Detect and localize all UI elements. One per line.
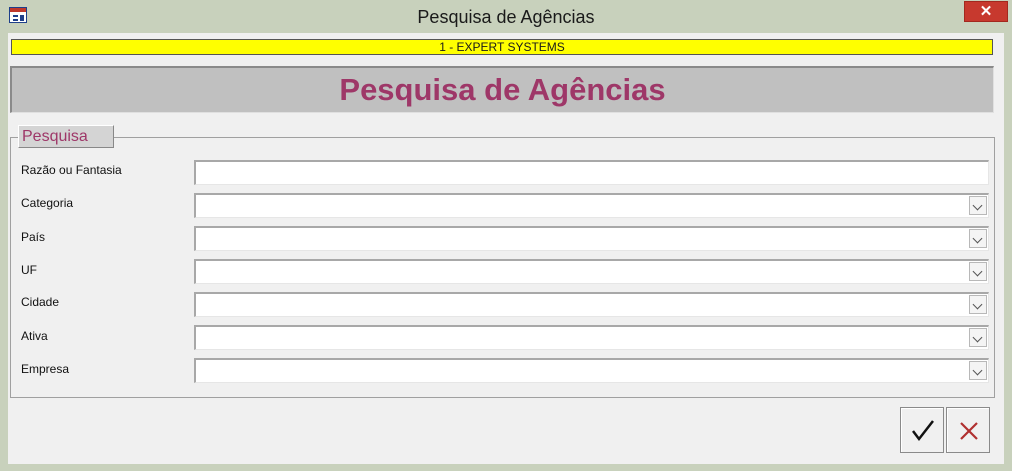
- cancel-button[interactable]: [946, 407, 990, 453]
- uf-select[interactable]: [194, 259, 989, 284]
- chevron-down-icon[interactable]: [969, 295, 987, 314]
- label-razao-fantasia: Razão ou Fantasia: [21, 163, 122, 177]
- form-heading: Pesquisa de Agências: [10, 66, 994, 113]
- checkmark-icon: [912, 420, 934, 442]
- ativa-select[interactable]: [194, 325, 989, 350]
- label-categoria: Categoria: [21, 196, 74, 210]
- cidade-select[interactable]: [194, 292, 989, 317]
- company-banner: 1 - EXPERT SYSTEMS: [11, 39, 993, 55]
- razao-fantasia-input[interactable]: [194, 160, 989, 185]
- label-pais: País: [21, 230, 46, 244]
- label-uf: UF: [21, 263, 37, 277]
- chevron-down-icon[interactable]: [969, 196, 987, 215]
- chevron-down-icon[interactable]: [969, 328, 987, 347]
- confirm-button[interactable]: [900, 407, 944, 453]
- pais-select[interactable]: [194, 226, 989, 251]
- close-button[interactable]: ✕: [964, 1, 1008, 22]
- label-empresa: Empresa: [21, 362, 70, 376]
- x-icon: [960, 422, 978, 440]
- chevron-down-icon[interactable]: [969, 229, 987, 248]
- chevron-down-icon[interactable]: [969, 262, 987, 281]
- categoria-select[interactable]: [194, 193, 989, 218]
- empresa-select[interactable]: [194, 358, 989, 383]
- label-cidade: Cidade: [21, 295, 60, 309]
- form-client-area: 1 - EXPERT SYSTEMS Pesquisa de Agências …: [8, 33, 1004, 464]
- title-bar: Pesquisa de Agências ✕: [0, 0, 1012, 33]
- group-label: Pesquisa: [18, 125, 114, 148]
- label-ativa: Ativa: [21, 329, 48, 343]
- chevron-down-icon[interactable]: [969, 361, 987, 380]
- window-title: Pesquisa de Agências: [417, 7, 595, 27]
